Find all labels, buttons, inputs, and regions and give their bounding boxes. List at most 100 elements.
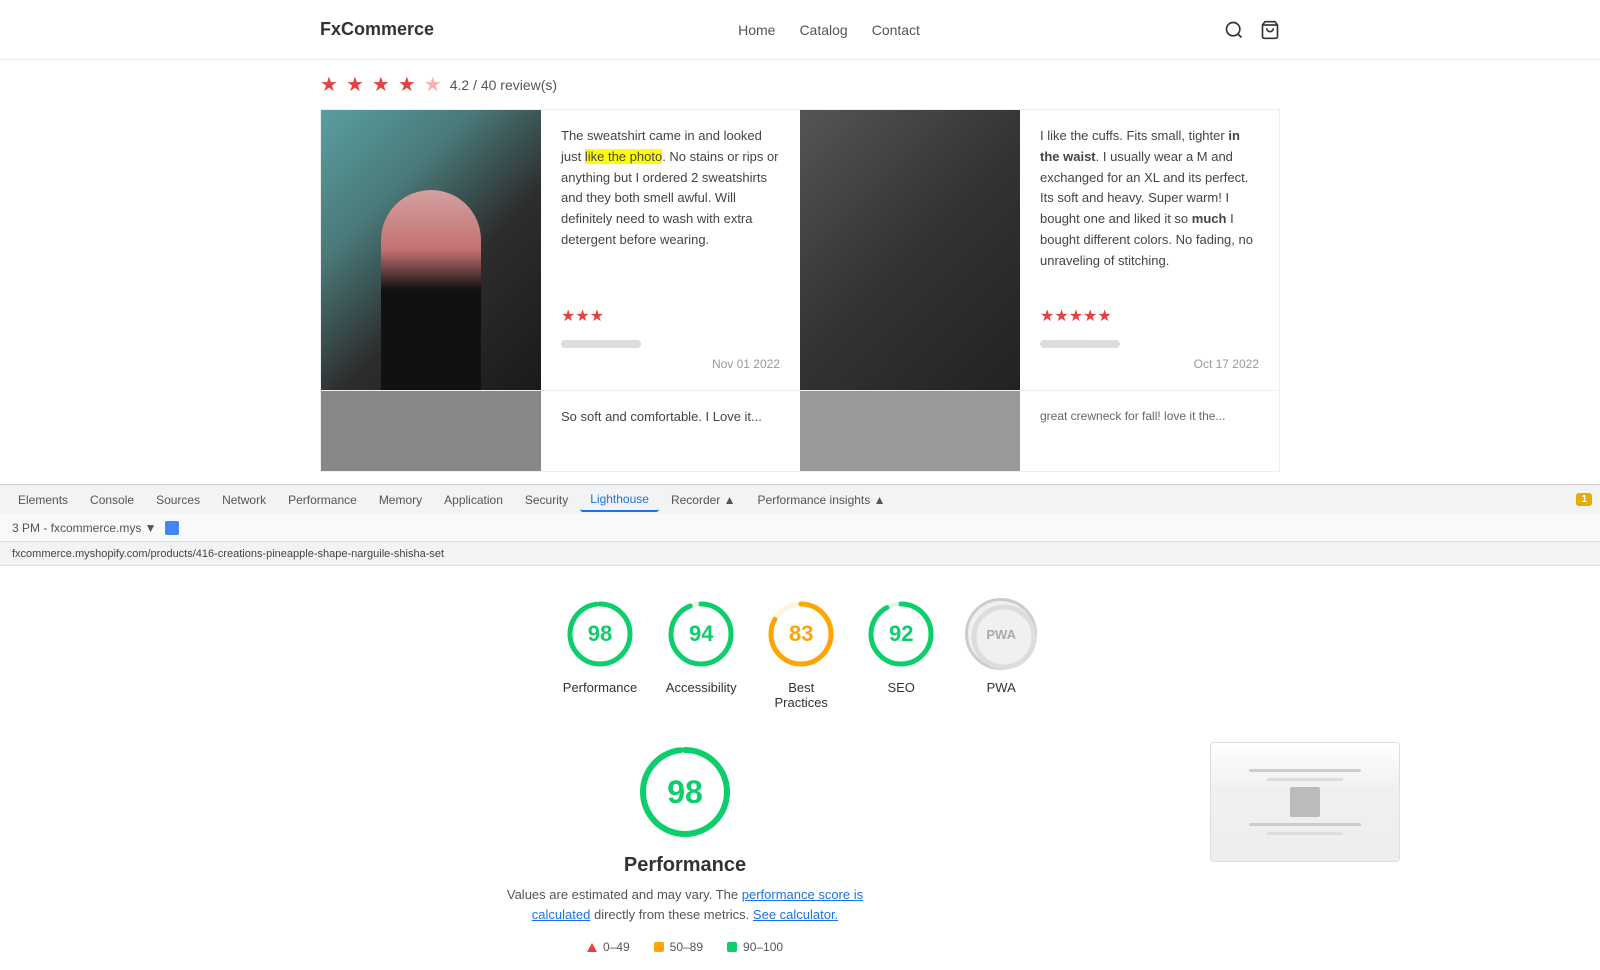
search-icon[interactable] <box>1224 20 1244 40</box>
review-stars-small-1: ★★★ <box>561 304 780 330</box>
review-date-2: Oct 17 2022 <box>1040 355 1259 374</box>
tab-sources[interactable]: Sources <box>146 489 210 511</box>
accessibility-score-value: 94 <box>689 621 713 647</box>
best-practices-score-value: 83 <box>789 621 813 647</box>
reviews-grid-row2: So soft and comfortable. I Love it... gr… <box>320 391 1280 472</box>
cart-icon[interactable] <box>1260 20 1280 40</box>
notification-badge: 1 <box>1576 493 1592 506</box>
legend-orange: 50–89 <box>654 940 703 954</box>
nav-home[interactable]: Home <box>738 22 775 38</box>
score-performance: 98 Performance <box>563 598 637 695</box>
big-score-left: 98 Performance Values are estimated and … <box>200 742 1170 954</box>
legend-orange-range: 50–89 <box>670 940 703 954</box>
score-circle-pwa: PWA <box>965 598 1037 670</box>
review-meta-2: ★★★★★ Oct 17 2022 <box>1040 304 1259 374</box>
review-image-4 <box>800 391 1020 471</box>
tab-performance-insights[interactable]: Performance insights ▲ <box>748 489 896 511</box>
tab-network[interactable]: Network <box>212 489 276 511</box>
description-middle: directly from these metrics. <box>594 907 749 922</box>
favicon <box>165 521 179 535</box>
score-circle-performance: 98 <box>564 598 636 670</box>
site-logo: FxCommerce <box>320 19 434 40</box>
review-meta-1: ★★★ Nov 01 2022 <box>561 304 780 374</box>
url-bar: fxcommerce.myshopify.com/products/416-cr… <box>0 542 1600 566</box>
review-image-3 <box>321 391 541 471</box>
reviews-grid: The sweatshirt came in and looked just l… <box>320 109 1280 391</box>
review-image-1 <box>321 110 541 390</box>
score-best-practices: 83 BestPractices <box>765 598 837 710</box>
reviewer-bar-2 <box>1040 340 1120 348</box>
site-header: FxCommerce Home Catalog Contact <box>0 0 1600 60</box>
tab-application[interactable]: Application <box>434 489 513 511</box>
star-3: ★ <box>372 72 390 97</box>
big-score-value: 98 <box>667 774 703 811</box>
site-nav: Home Catalog Contact <box>738 22 920 38</box>
review-count: 4.2 / 40 review(s) <box>450 77 557 93</box>
legend-triangle-icon <box>587 943 597 952</box>
legend-green-dot <box>727 942 737 952</box>
thumb-line-3 <box>1249 823 1362 826</box>
legend-green: 90–100 <box>727 940 783 954</box>
review-text-1: The sweatshirt came in and looked just l… <box>541 110 800 390</box>
score-circle-best-practices: 83 <box>765 598 837 670</box>
score-accessibility: 94 Accessibility <box>665 598 737 695</box>
star-2: ★ <box>346 72 364 97</box>
performance-score-value: 98 <box>588 621 612 647</box>
seo-label: SEO <box>887 680 914 695</box>
thumbnail-box <box>1210 742 1400 862</box>
score-seo: 92 SEO <box>865 598 937 695</box>
review-image-2 <box>800 110 1020 390</box>
url-text: fxcommerce.myshopify.com/products/416-cr… <box>12 548 444 560</box>
legend-row: 0–49 50–89 90–100 <box>587 940 783 954</box>
review-stars-row: ★ ★ ★ ★ ★ 4.2 / 40 review(s) <box>320 72 1280 97</box>
review-text-2: I like the cuffs. Fits small, tighter in… <box>1020 110 1279 390</box>
thumb-line-1 <box>1249 769 1362 772</box>
review-text-4: great crewneck for fall! love it the... <box>1020 391 1279 471</box>
tab-performance[interactable]: Performance <box>278 489 367 511</box>
accessibility-label: Accessibility <box>666 680 737 695</box>
nav-catalog[interactable]: Catalog <box>799 22 847 38</box>
big-score-title: Performance <box>624 854 746 877</box>
seo-score-value: 92 <box>889 621 913 647</box>
tab-security[interactable]: Security <box>515 489 578 511</box>
best-practices-label: BestPractices <box>774 680 827 710</box>
nav-contact[interactable]: Contact <box>872 22 920 38</box>
thumbnail-content <box>1211 743 1399 861</box>
site-icons <box>1224 20 1280 40</box>
tab-elements[interactable]: Elements <box>8 489 78 511</box>
devtools-address: 3 PM - fxcommerce.mys ▼ <box>0 514 1600 542</box>
address-label[interactable]: 3 PM - fxcommerce.mys ▼ <box>12 521 157 535</box>
devtools-tabs: Elements Console Sources Network Perform… <box>0 484 1600 514</box>
score-circle-accessibility: 94 <box>665 598 737 670</box>
big-score-section: 98 Performance Values are estimated and … <box>0 742 1600 954</box>
scores-row: 98 Performance 94 Accessibility <box>563 598 1037 710</box>
review-text-3: So soft and comfortable. I Love it... <box>541 391 800 471</box>
tab-lighthouse[interactable]: Lighthouse <box>580 488 659 512</box>
pwa-label: PWA <box>987 680 1016 695</box>
star-4: ★ <box>398 72 416 97</box>
reviewer-bar-1 <box>561 340 641 348</box>
thumb-line-2 <box>1267 778 1342 781</box>
pwa-score-value: PWA <box>986 627 1016 642</box>
star-1: ★ <box>320 72 338 97</box>
tab-memory[interactable]: Memory <box>369 489 432 511</box>
legend-orange-dot <box>654 942 664 952</box>
calculator-link[interactable]: See calculator. <box>753 907 838 922</box>
big-score-description: Values are estimated and may vary. The p… <box>505 885 865 924</box>
legend-red: 0–49 <box>587 940 630 954</box>
legend-red-range: 0–49 <box>603 940 630 954</box>
tab-console[interactable]: Console <box>80 489 144 511</box>
review-section: ★ ★ ★ ★ ★ 4.2 / 40 review(s) The sweatsh… <box>0 60 1600 484</box>
review-stars-small-2: ★★★★★ <box>1040 304 1259 330</box>
lighthouse-panel: 98 Performance 94 Accessibility <box>0 566 1600 970</box>
thumb-line-4 <box>1267 832 1342 835</box>
tab-recorder[interactable]: Recorder ▲ <box>661 489 746 511</box>
score-pwa: PWA PWA <box>965 598 1037 695</box>
score-circle-seo: 92 <box>865 598 937 670</box>
star-5: ★ <box>424 72 442 97</box>
review-date-1: Nov 01 2022 <box>561 355 780 374</box>
big-score-circle: 98 <box>635 742 735 842</box>
thumb-rect <box>1290 787 1320 817</box>
performance-label: Performance <box>563 680 637 695</box>
legend-green-range: 90–100 <box>743 940 783 954</box>
